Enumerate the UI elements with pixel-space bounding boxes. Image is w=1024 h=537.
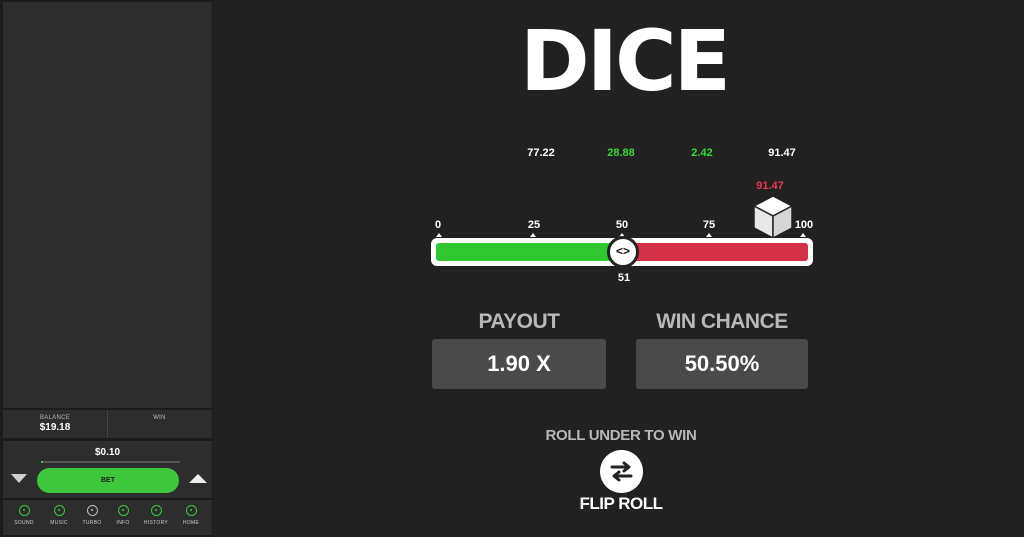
menu-turbo-label: TURBO [82, 520, 102, 526]
dice-cube-icon [752, 195, 794, 240]
bet-slider[interactable] [41, 461, 180, 463]
roll-mode-label: ROLL UNDER TO WIN [545, 427, 697, 444]
scale-tick-mark [530, 233, 536, 237]
balance-label: BALANCE [39, 415, 71, 421]
menu-music-label: MUSIC [50, 520, 68, 526]
bet-panel: $0.10 BET [3, 441, 212, 498]
menu-info[interactable]: INFO [107, 505, 139, 526]
menu-history-label: HISTORY [143, 520, 169, 526]
roll-history-area [3, 2, 212, 408]
turbo-icon [86, 505, 98, 516]
bottom-menu: SOUND MUSIC TURBO INFO HISTORY HOME [3, 500, 212, 535]
game-title: DICE [520, 12, 731, 110]
win-range-bar [436, 243, 626, 261]
lose-range-bar [626, 243, 808, 261]
flip-roll-button[interactable]: FLIP ROLL [570, 494, 672, 514]
increase-bet-button[interactable] [189, 474, 207, 483]
decrease-bet-button[interactable] [11, 474, 27, 483]
scale-tick-label: 100 [794, 219, 814, 231]
win-chance-label: WIN CHANCE [656, 310, 788, 333]
menu-home-label: HOME [182, 520, 200, 526]
menu-turbo[interactable]: TURBO [76, 505, 108, 526]
threshold-value: 51 [617, 272, 631, 284]
menu-home[interactable]: HOME [175, 505, 207, 526]
menu-music[interactable]: MUSIC [43, 505, 75, 526]
recent-roll: 2.42 [691, 147, 713, 159]
roll-slider-handle[interactable]: <> [607, 236, 639, 268]
menu-sound-label: SOUND [14, 520, 34, 526]
recent-roll: 91.47 [768, 147, 796, 159]
left-panel: BALANCE $19.18 WIN $0.10 BET SOUND MUSIC… [0, 0, 213, 537]
home-icon [185, 505, 197, 516]
scale-tick-label: 25 [527, 219, 541, 231]
swap-arrows-icon[interactable] [600, 450, 643, 493]
payout-field[interactable]: 1.90 X [432, 339, 606, 389]
balance-cell: BALANCE $19.18 [3, 410, 107, 438]
scale-tick-mark [800, 233, 806, 237]
history-icon [150, 505, 162, 516]
recent-roll: 28.88 [607, 147, 635, 159]
sound-icon [18, 505, 30, 516]
win-label: WIN [153, 415, 166, 421]
scale-tick-mark [436, 233, 442, 237]
music-icon [53, 505, 65, 516]
bet-button[interactable]: BET [37, 468, 179, 493]
bet-amount: $0.10 [94, 447, 121, 458]
menu-history[interactable]: HISTORY [140, 505, 172, 526]
stats-bar: BALANCE $19.18 WIN [3, 410, 212, 438]
scale-tick-label: 75 [702, 219, 716, 231]
recent-roll: 77.22 [527, 147, 555, 159]
scale-tick-label: 0 [434, 219, 442, 231]
scale-tick-mark [706, 233, 712, 237]
win-chance-field[interactable]: 50.50% [636, 339, 808, 389]
payout-label: PAYOUT [478, 310, 560, 333]
bet-slider-fill [41, 461, 43, 463]
menu-info-label: INFO [116, 520, 130, 526]
scale-tick-label: 50 [615, 219, 629, 231]
balance-value: $19.18 [39, 422, 71, 433]
menu-sound[interactable]: SOUND [8, 505, 40, 526]
info-icon [117, 505, 129, 516]
last-roll-value: 91.47 [756, 180, 784, 192]
win-cell: WIN [107, 410, 211, 438]
